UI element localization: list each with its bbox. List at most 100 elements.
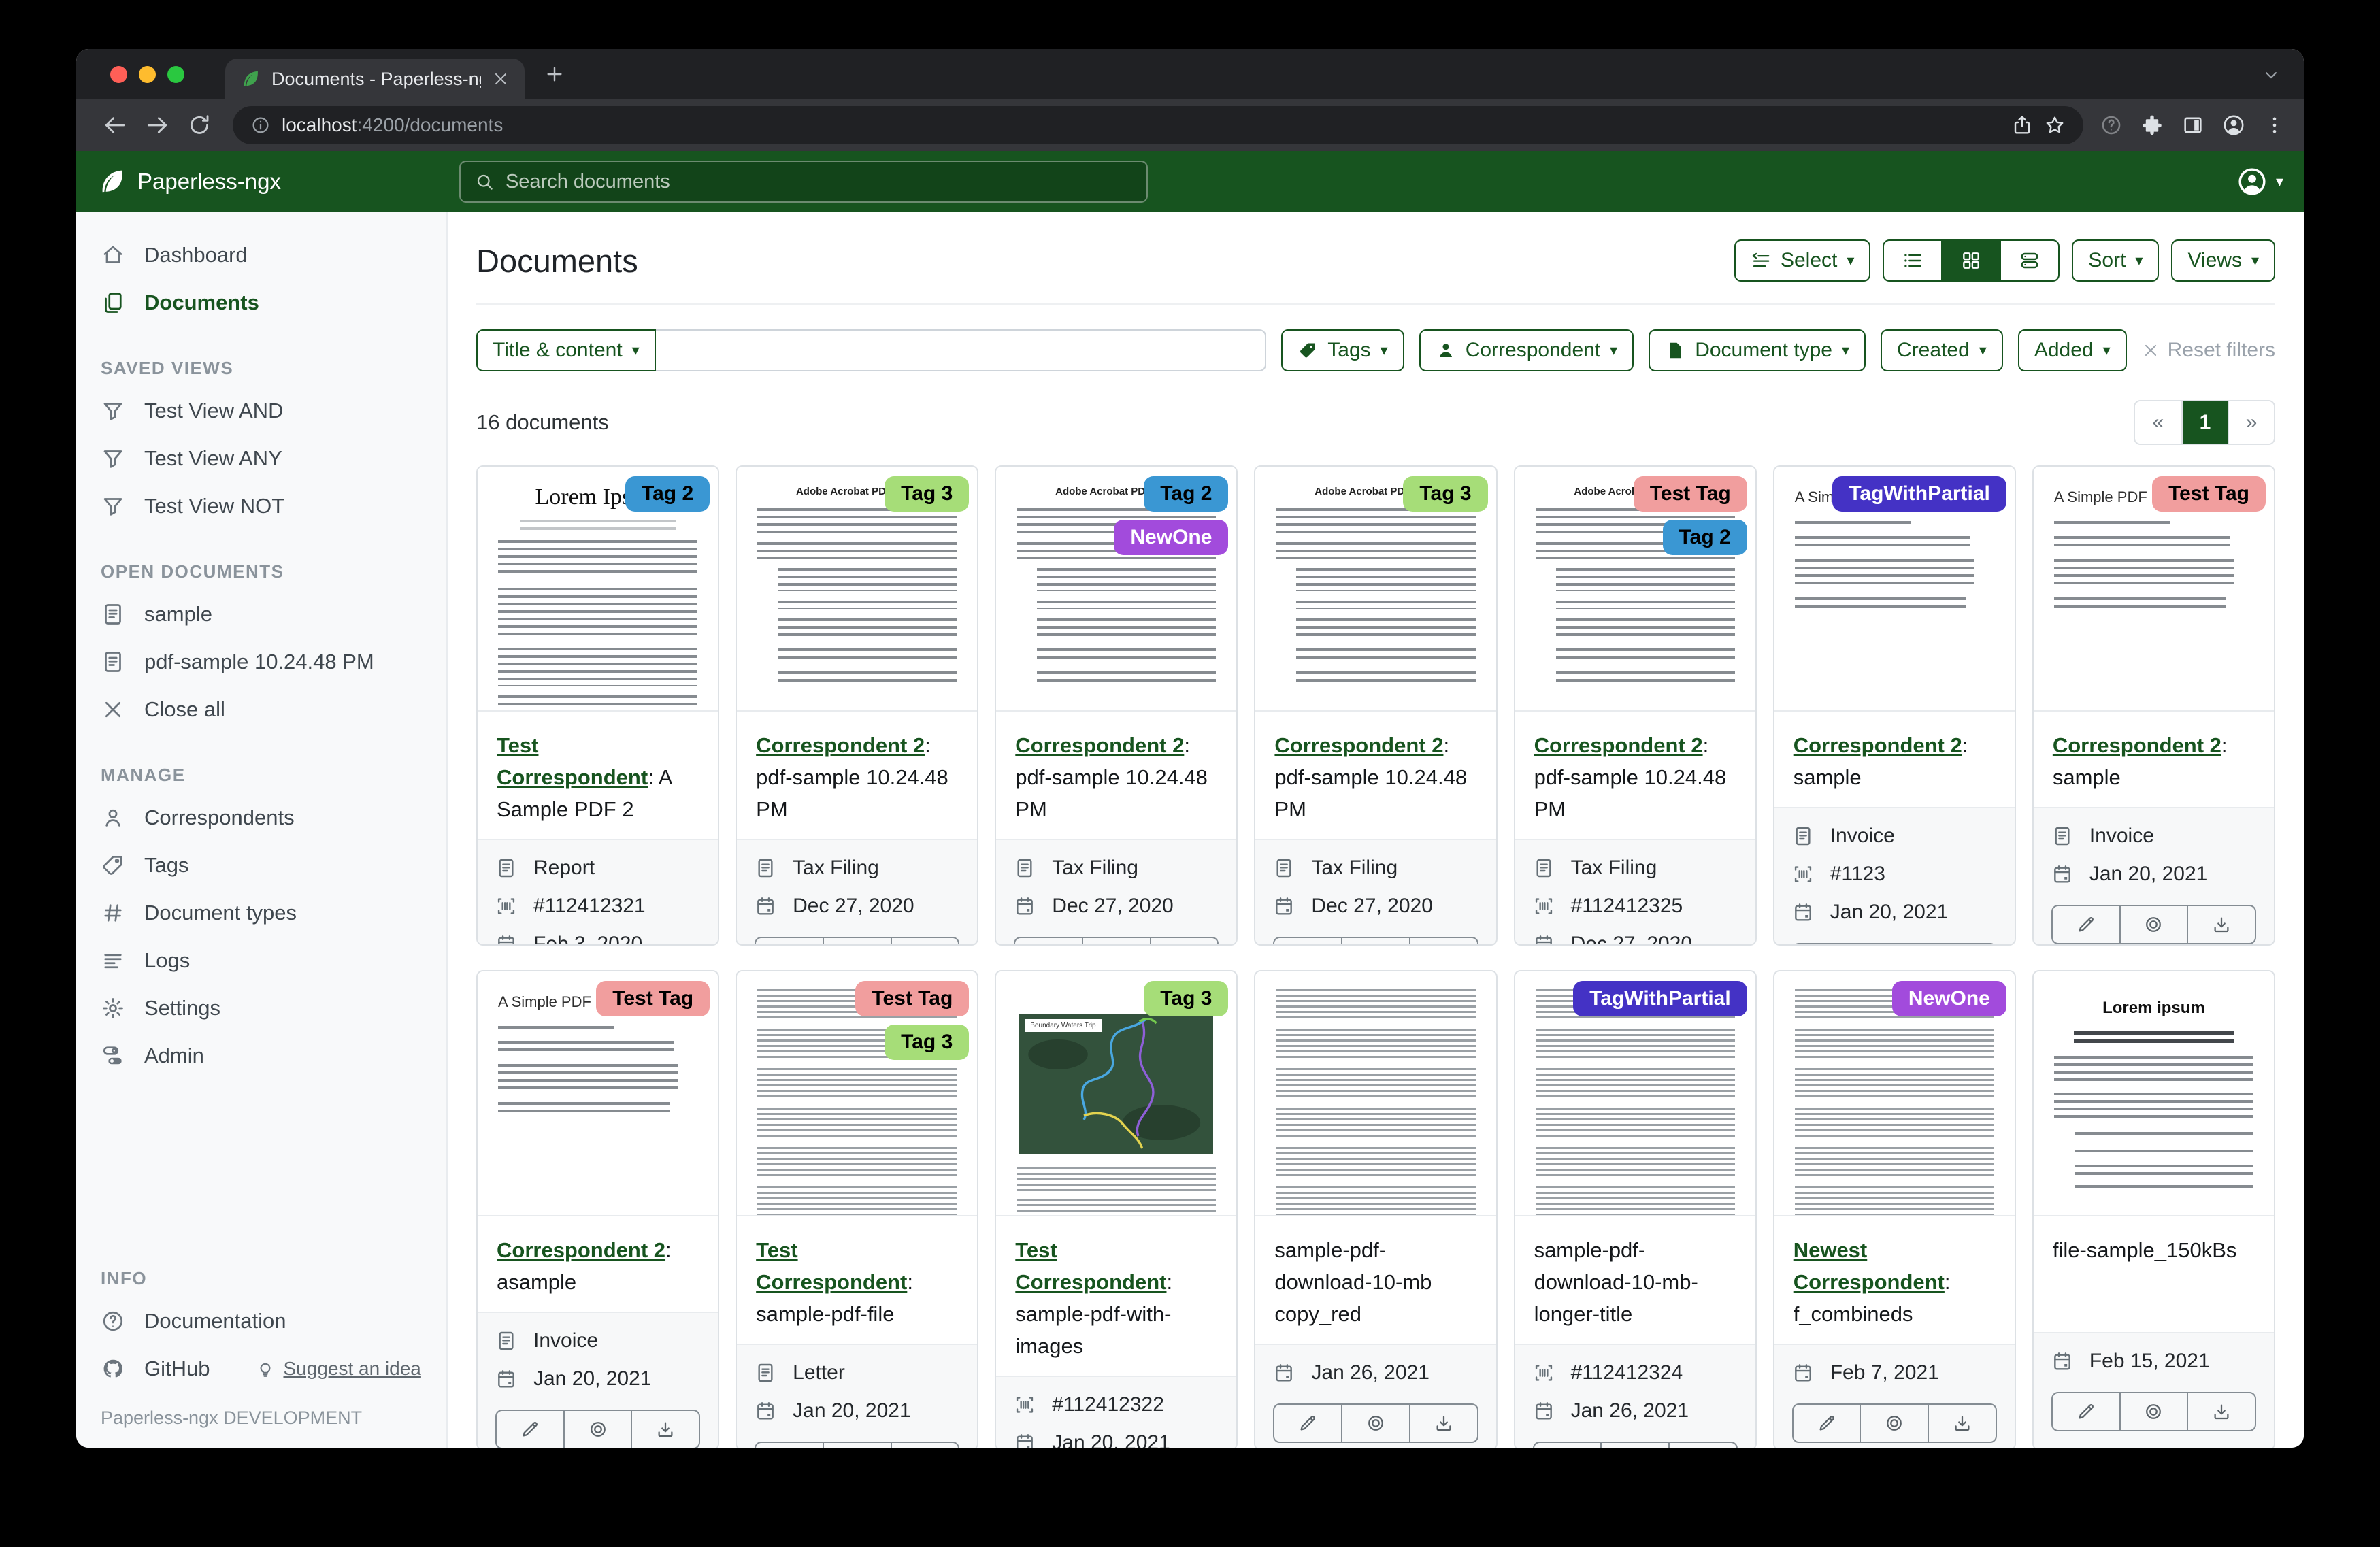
sidebar-item-pdf-sample-10-24-48-pm[interactable]: pdf-sample 10.24.48 PM: [76, 638, 446, 686]
document-thumbnail[interactable]: Test Tag Tag 3: [737, 971, 977, 1216]
tag-badge-newone[interactable]: NewOne: [1892, 981, 2006, 1016]
tab-search-chevron-icon[interactable]: [2262, 65, 2281, 84]
tag-badge-newone[interactable]: NewOne: [1114, 520, 1228, 555]
side-panel-icon[interactable]: [2181, 114, 2204, 137]
view-mode-grid-button[interactable]: [1941, 239, 2001, 282]
sidebar-item-settings[interactable]: Settings: [76, 984, 446, 1032]
download-button[interactable]: [1150, 938, 1218, 946]
document-card[interactable]: Adobe Acrobat PDF FilesTag 3 Corresponden…: [736, 465, 978, 946]
document-thumbnail[interactable]: Lorem IpsumTag 2: [478, 467, 718, 712]
bookmark-star-icon[interactable]: [2044, 114, 2066, 136]
correspondent-link[interactable]: Correspondent 2: [756, 733, 925, 757]
reload-button[interactable]: [186, 112, 212, 138]
sidebar-item-test-view-and[interactable]: Test View AND: [76, 387, 446, 435]
select-button[interactable]: Select▾: [1734, 239, 1870, 282]
tag-badge-test-tag[interactable]: Test Tag: [1634, 476, 1747, 512]
download-button[interactable]: [891, 1443, 959, 1448]
address-bar[interactable]: localhost:4200/documents: [233, 106, 2083, 144]
user-menu[interactable]: ▾: [2236, 166, 2283, 197]
document-card[interactable]: Adobe Acrobat PDF FilesTag 2NewOneCorres…: [995, 465, 1238, 946]
sidebar-item-test-view-any[interactable]: Test View ANY: [76, 435, 446, 482]
tag-badge-test-tag[interactable]: Test Tag: [596, 981, 710, 1016]
document-thumbnail[interactable]: A Simple PDF FileTest Tag: [478, 971, 718, 1216]
edit-button[interactable]: [1794, 1405, 1860, 1442]
document-card[interactable]: A Simple PDF FileTest TagCorrespondent 2…: [2032, 465, 2275, 946]
site-info-icon[interactable]: [250, 115, 271, 135]
document-thumbnail[interactable]: Boundary Waters TripTag 3: [996, 971, 1236, 1216]
tag-badge-tag-3[interactable]: Tag 3: [1144, 981, 1228, 1016]
views-button[interactable]: Views▾: [2171, 239, 2275, 282]
document-card[interactable]: Lorem ipsumfile-sample_150kBsFeb 15, 202…: [2032, 970, 2275, 1448]
document-thumbnail[interactable]: Adobe Acrobat PDF FilesTest TagTag 2: [1515, 467, 1755, 712]
minimize-window-button[interactable]: [139, 66, 156, 83]
download-button[interactable]: [1409, 938, 1477, 946]
tag-badge-tagwithpartial[interactable]: TagWithPartial: [1832, 476, 2006, 512]
pagination-page-1[interactable]: 1: [2181, 401, 2228, 444]
document-thumbnail[interactable]: [1255, 971, 1495, 1216]
filter-added-button[interactable]: Added▾: [2018, 329, 2127, 371]
extension-badge-icon[interactable]: [2100, 114, 2123, 137]
document-card[interactable]: A Simple PDF FileTest Tag Correspondent 2…: [476, 970, 719, 1448]
download-button[interactable]: [2187, 1393, 2255, 1430]
extensions-puzzle-icon[interactable]: [2141, 114, 2164, 137]
new-tab-button[interactable]: [544, 63, 565, 85]
edit-button[interactable]: [1534, 1443, 1601, 1448]
document-thumbnail[interactable]: Lorem ipsum: [2034, 971, 2274, 1216]
download-button[interactable]: [1928, 944, 1996, 946]
tag-badge-tag-2[interactable]: Tag 2: [1663, 520, 1747, 555]
tag-badge-tag-2[interactable]: Tag 2: [625, 476, 710, 512]
document-card[interactable]: Lorem IpsumTag 2Test Correspondent: A Sa…: [476, 465, 719, 946]
edit-button[interactable]: [2053, 1393, 2119, 1430]
filter-tags-button[interactable]: Tags▾: [1281, 329, 1404, 371]
sidebar-item-close-all[interactable]: Close all: [76, 686, 446, 733]
view-button[interactable]: [1600, 1443, 1668, 1448]
view-button[interactable]: [1082, 938, 1150, 946]
sidebar-item-tags[interactable]: Tags: [76, 842, 446, 889]
suggest-idea-link[interactable]: Suggest an idea: [256, 1358, 420, 1380]
document-card[interactable]: Boundary Waters TripTag 3Test Correspond…: [995, 970, 1238, 1448]
tag-badge-tagwithpartial[interactable]: TagWithPartial: [1573, 981, 1747, 1016]
correspondent-link[interactable]: Correspondent 2: [1015, 733, 1184, 757]
sidebar-item-correspondents[interactable]: Correspondents: [76, 794, 446, 842]
document-card[interactable]: Adobe Acrobat PDF FilesTag 3Corresponden…: [1254, 465, 1497, 946]
download-button[interactable]: [1668, 1443, 1736, 1448]
sidebar-item-github[interactable]: GitHubSuggest an idea: [76, 1345, 446, 1393]
download-button[interactable]: [1409, 1405, 1477, 1442]
view-button[interactable]: [1860, 1405, 1928, 1442]
sidebar-item-documents[interactable]: Documents: [76, 279, 446, 327]
edit-button[interactable]: [756, 938, 823, 946]
view-button[interactable]: [2119, 1393, 2187, 1430]
tag-badge-tag-2[interactable]: Tag 2: [1144, 476, 1228, 512]
tag-badge-tag-3[interactable]: Tag 3: [885, 1025, 969, 1060]
correspondent-link[interactable]: Test Correspondent: [497, 733, 648, 789]
title-content-field-selector[interactable]: Title & content▾: [476, 329, 656, 371]
edit-button[interactable]: [1274, 1405, 1341, 1442]
view-button[interactable]: [823, 1443, 891, 1448]
browser-tab[interactable]: Documents - Paperless-ngx: [225, 59, 525, 99]
sidebar-item-sample[interactable]: sample: [76, 590, 446, 638]
sort-button[interactable]: Sort▾: [2072, 239, 2159, 282]
document-card[interactable]: NewOneNewest Correspondent: f_combinedsF…: [1773, 970, 2016, 1448]
correspondent-link[interactable]: Newest Correspondent: [1794, 1238, 1945, 1294]
download-button[interactable]: [891, 938, 959, 946]
download-button[interactable]: [2187, 906, 2255, 943]
view-button[interactable]: [823, 938, 891, 946]
close-window-button[interactable]: [110, 66, 127, 83]
view-button[interactable]: [2119, 906, 2187, 943]
title-content-input[interactable]: [656, 329, 1267, 371]
sidebar-item-dashboard[interactable]: Dashboard: [76, 231, 446, 279]
edit-button[interactable]: [2053, 906, 2119, 943]
sidebar-item-document-types[interactable]: Document types: [76, 889, 446, 937]
app-logo[interactable]: Paperless-ngx: [97, 167, 281, 197]
tag-badge-test-tag[interactable]: Test Tag: [2152, 476, 2266, 512]
correspondent-link[interactable]: Correspondent 2: [497, 1238, 665, 1262]
tag-badge-test-tag[interactable]: Test Tag: [855, 981, 969, 1016]
document-card[interactable]: A Simple PDF FileTagWithPartialCorrespon…: [1773, 465, 2016, 946]
document-card[interactable]: Test TagTag 3Test Correspondent: sample-…: [736, 970, 978, 1448]
document-card[interactable]: TagWithPartialsample-pdf-download-10-mb-…: [1514, 970, 1757, 1448]
download-button[interactable]: [631, 1411, 699, 1448]
document-thumbnail[interactable]: Adobe Acrobat PDF FilesTag 3: [737, 467, 977, 712]
correspondent-link[interactable]: Correspondent 2: [2053, 733, 2221, 757]
document-thumbnail[interactable]: Adobe Acrobat PDF FilesTag 3: [1255, 467, 1495, 712]
sidebar-item-logs[interactable]: Logs: [76, 937, 446, 984]
